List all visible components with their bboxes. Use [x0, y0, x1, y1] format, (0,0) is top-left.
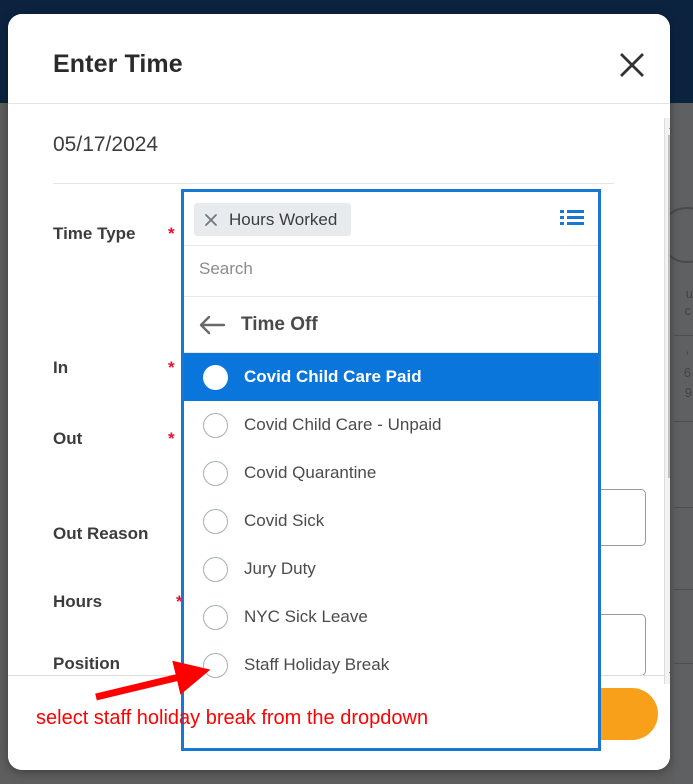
selected-pill-label: Hours Worked — [229, 209, 338, 229]
dropdown-option-covid-sick[interactable]: Covid Sick — [184, 497, 598, 545]
option-label: Covid Child Care - Unpaid — [244, 415, 442, 434]
screenshot-root: u c , 6 9 Enter Time 05/17/2024 Time Typ… — [0, 0, 693, 784]
arrow-left-icon[interactable] — [198, 313, 226, 337]
option-label: Staff Holiday Break — [244, 655, 390, 674]
radio-icon[interactable] — [203, 364, 228, 390]
modal-scrollbar[interactable] — [664, 118, 670, 684]
selected-values-row: Hours Worked — [184, 192, 598, 246]
option-label: NYC Sick Leave — [244, 607, 368, 626]
field-label-out-reason: Out Reason — [53, 524, 149, 543]
radio-icon[interactable] — [203, 556, 228, 582]
radio-icon[interactable] — [203, 460, 228, 486]
field-label-position: Position — [53, 654, 121, 673]
dropdown-option-covid-child-care-unpaid[interactable]: Covid Child Care - Unpaid — [184, 401, 598, 449]
required-marker: * — [168, 429, 175, 448]
background-ghost-divider — [674, 663, 693, 664]
selected-pill-hours-worked[interactable]: Hours Worked — [194, 203, 352, 236]
background-right-strip: u c , 6 9 — [659, 103, 693, 784]
dropdown-option-covid-child-care-paid[interactable]: Covid Child Care Paid — [184, 353, 598, 401]
radio-icon[interactable] — [203, 508, 228, 534]
scrollbar-thumb[interactable] — [668, 135, 670, 478]
modal-header: Enter Time — [8, 14, 670, 104]
close-icon[interactable] — [617, 50, 647, 80]
background-ghost-text: , — [685, 341, 689, 356]
dropdown-option-nyc-sick-leave[interactable]: NYC Sick Leave — [184, 593, 598, 641]
background-ghost-divider — [674, 507, 693, 508]
background-ghost-divider — [674, 421, 693, 422]
option-label: Jury Duty — [244, 559, 316, 578]
option-label: Covid Sick — [244, 511, 325, 530]
required-marker: * — [168, 358, 175, 377]
time-type-dropdown: Hours Worked Time — [181, 189, 601, 751]
dropdown-option-list: Covid Child Care Paid Covid Child Care -… — [184, 353, 598, 689]
close-icon[interactable] — [203, 212, 219, 228]
radio-icon[interactable] — [203, 652, 228, 678]
divider — [53, 183, 614, 184]
required-marker: * — [168, 224, 175, 243]
background-ghost-divider — [674, 589, 693, 590]
page-title: Enter Time — [53, 50, 183, 78]
caret-up-icon[interactable] — [665, 118, 670, 134]
dropdown-category-label: Time Off — [241, 314, 318, 335]
search-input[interactable] — [197, 258, 581, 280]
dropdown-back-row[interactable]: Time Off — [184, 297, 598, 353]
radio-icon[interactable] — [203, 604, 228, 630]
background-ghost-text: u — [685, 286, 693, 301]
radio-icon[interactable] — [203, 412, 228, 438]
dropdown-option-covid-quarantine[interactable]: Covid Quarantine — [184, 449, 598, 497]
option-label: Covid Quarantine — [244, 463, 377, 482]
dropdown-option-jury-duty[interactable]: Jury Duty — [184, 545, 598, 593]
dropdown-search-row — [184, 246, 598, 297]
field-label-hours: Hours — [53, 592, 103, 611]
caret-down-icon[interactable] — [665, 668, 670, 684]
option-label: Covid Child Care Paid — [244, 367, 422, 386]
entry-date: 05/17/2024 — [53, 133, 159, 156]
list-view-icon[interactable] — [560, 208, 584, 228]
field-label-out: Out — [53, 429, 83, 448]
dropdown-option-staff-holiday-break[interactable]: Staff Holiday Break — [184, 641, 598, 689]
background-ghost-text: c — [684, 303, 692, 318]
background-ghost-text: 6 — [683, 365, 691, 380]
field-label-time-type: Time Type — [53, 224, 136, 243]
background-ghost-text: 9 — [684, 385, 692, 400]
background-ghost-divider — [674, 335, 693, 336]
field-label-in: In — [53, 358, 69, 377]
